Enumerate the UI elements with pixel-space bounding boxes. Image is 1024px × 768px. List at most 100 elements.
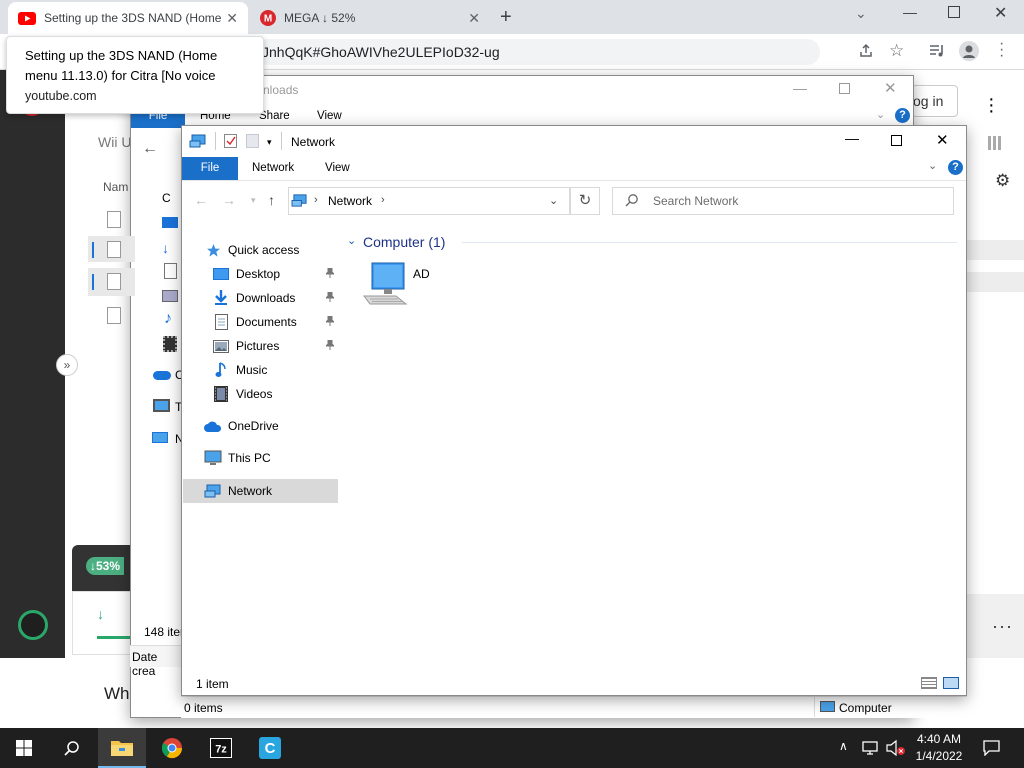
minimize-icon[interactable]: —: [793, 80, 807, 96]
status-item-count: 1 item: [196, 677, 229, 691]
chrome-icon: [161, 738, 183, 759]
downloads-icon: [212, 289, 230, 307]
transfer-progress-icon[interactable]: [18, 610, 48, 640]
taskbar-file-explorer[interactable]: [98, 728, 146, 768]
close-tab-icon[interactable]: ✕: [226, 10, 238, 27]
pin-icon: [326, 340, 334, 350]
settings-gear-icon[interactable]: ⚙: [995, 171, 1010, 191]
network-status-icon[interactable]: [862, 740, 880, 756]
restore-icon[interactable]: [948, 6, 960, 18]
search-button[interactable]: [48, 728, 96, 768]
tab-search-icon[interactable]: ⌄: [855, 5, 867, 22]
pin-icon: [326, 268, 334, 278]
ribbon-expand-icon[interactable]: ⌄: [928, 159, 937, 172]
maximize-icon[interactable]: [891, 135, 902, 146]
close-window-icon[interactable]: ✕: [994, 3, 1007, 23]
refresh-button[interactable]: ↻: [570, 187, 600, 215]
downloads-icon: ↓: [162, 240, 169, 256]
network-item-label[interactable]: AD: [413, 267, 430, 281]
status-separator: [814, 697, 815, 717]
nav-downloads[interactable]: Downloads: [212, 286, 338, 310]
back-arrow-icon[interactable]: ←: [142, 140, 158, 158]
search-icon: [625, 193, 639, 207]
nav-documents[interactable]: Documents: [212, 310, 338, 334]
expand-sidebar-button[interactable]: »: [56, 354, 78, 376]
nav-pictures[interactable]: Pictures: [212, 334, 338, 358]
ribbon-file-tab[interactable]: File: [182, 157, 238, 180]
address-dropdown-icon[interactable]: ⌄: [549, 194, 558, 207]
start-button[interactable]: [0, 728, 48, 768]
download-badge: ↓53%: [86, 557, 125, 575]
system-clock[interactable]: 4:40 AM 1/4/2022: [908, 731, 970, 765]
recent-locations-icon[interactable]: ▾: [251, 195, 256, 206]
taskbar-citra[interactable]: C: [246, 728, 294, 768]
profile-avatar[interactable]: [959, 41, 979, 61]
quick-access-dropdown-icon[interactable]: ▾: [267, 137, 272, 148]
close-icon[interactable]: ✕: [936, 131, 949, 149]
svg-text:7z: 7z: [215, 744, 227, 756]
search-placeholder: Search Network: [653, 194, 739, 208]
group-header[interactable]: Computer (1): [363, 234, 445, 250]
tab-mega[interactable]: M MEGA ↓ 52% ✕: [250, 2, 490, 34]
onedrive-icon: [204, 417, 222, 435]
details-view-icon[interactable]: [921, 677, 937, 689]
ribbon-view-tab[interactable]: View: [325, 162, 350, 174]
taskbar-chrome[interactable]: [148, 728, 196, 768]
nav-onedrive[interactable]: OneDrive: [204, 414, 360, 438]
citra-icon: C: [259, 737, 281, 759]
nav-desktop[interactable]: Desktop: [212, 262, 338, 286]
selected-row-strip: [966, 272, 1024, 292]
new-folder-icon[interactable]: [246, 134, 259, 148]
close-tab-icon[interactable]: ✕: [468, 10, 480, 27]
breadcrumb-chevron-icon[interactable]: ›: [314, 194, 318, 206]
nav-music[interactable]: Music: [212, 358, 338, 382]
page-menu-icon[interactable]: · · ·: [988, 89, 995, 121]
breadcrumb-network[interactable]: Network: [328, 194, 372, 208]
documents-icon: [212, 313, 230, 331]
forward-arrow-icon[interactable]: →: [222, 192, 236, 208]
nav-videos[interactable]: Videos: [212, 382, 338, 406]
taskbar-7zip[interactable]: 7z: [197, 728, 245, 768]
date-created-header[interactable]: Date crea: [130, 645, 182, 678]
ribbon-network-tab[interactable]: Network: [252, 162, 294, 174]
volume-muted-icon[interactable]: [886, 740, 906, 756]
help-icon[interactable]: ?: [895, 108, 910, 123]
notifications-icon[interactable]: [983, 740, 1000, 756]
login-button[interactable]: og in: [912, 85, 958, 117]
help-icon[interactable]: ?: [948, 160, 963, 175]
media-control-icon[interactable]: [929, 44, 945, 58]
back-arrow-icon[interactable]: ←: [194, 192, 208, 208]
share-icon[interactable]: [858, 43, 874, 59]
minimize-icon[interactable]: —: [903, 4, 917, 20]
tab-youtube[interactable]: Setting up the 3DS NAND (Home ✕: [8, 2, 248, 34]
youtube-icon: [18, 11, 36, 25]
grid-view-icon[interactable]: [988, 136, 1002, 150]
svg-text:M: M: [264, 14, 272, 25]
computer-icon[interactable]: [362, 262, 408, 306]
maximize-icon[interactable]: [839, 83, 850, 94]
chrome-menu-icon[interactable]: · · ·: [999, 36, 1004, 64]
ribbon-view-tab[interactable]: View: [317, 110, 342, 122]
ribbon-share-tab[interactable]: Share: [259, 110, 290, 122]
show-hidden-icons[interactable]: ∧: [839, 739, 848, 753]
status-item-count: 148 iter: [144, 625, 185, 639]
properties-checkbox-icon[interactable]: [224, 134, 237, 148]
up-arrow-icon[interactable]: ↑: [268, 192, 275, 208]
group-divider: [462, 242, 957, 243]
new-tab-button[interactable]: +: [500, 6, 512, 29]
close-icon[interactable]: ✕: [884, 79, 897, 97]
large-icons-view-icon[interactable]: [943, 677, 959, 689]
videos-icon: [212, 385, 230, 403]
more-options-icon[interactable]: ···: [992, 616, 1013, 637]
breadcrumb-chevron-icon[interactable]: ›: [381, 194, 385, 206]
nav-this-pc[interactable]: This PC: [204, 446, 360, 470]
bookmark-star-icon[interactable]: ☆: [889, 41, 904, 61]
group-collapse-icon[interactable]: ⌄: [347, 234, 356, 247]
nav-quick-access[interactable]: Quick access: [204, 238, 360, 262]
minimize-icon[interactable]: —: [845, 130, 859, 146]
address-bar[interactable]: JnhQqK#GhoAWIVhe2ULEPIoD32-ug: [255, 39, 820, 65]
7zip-icon: 7z: [210, 738, 232, 758]
nav-network[interactable]: Network: [204, 479, 360, 503]
toolbar-separator: [215, 132, 216, 150]
ribbon-expand-icon[interactable]: ⌄: [876, 108, 885, 121]
